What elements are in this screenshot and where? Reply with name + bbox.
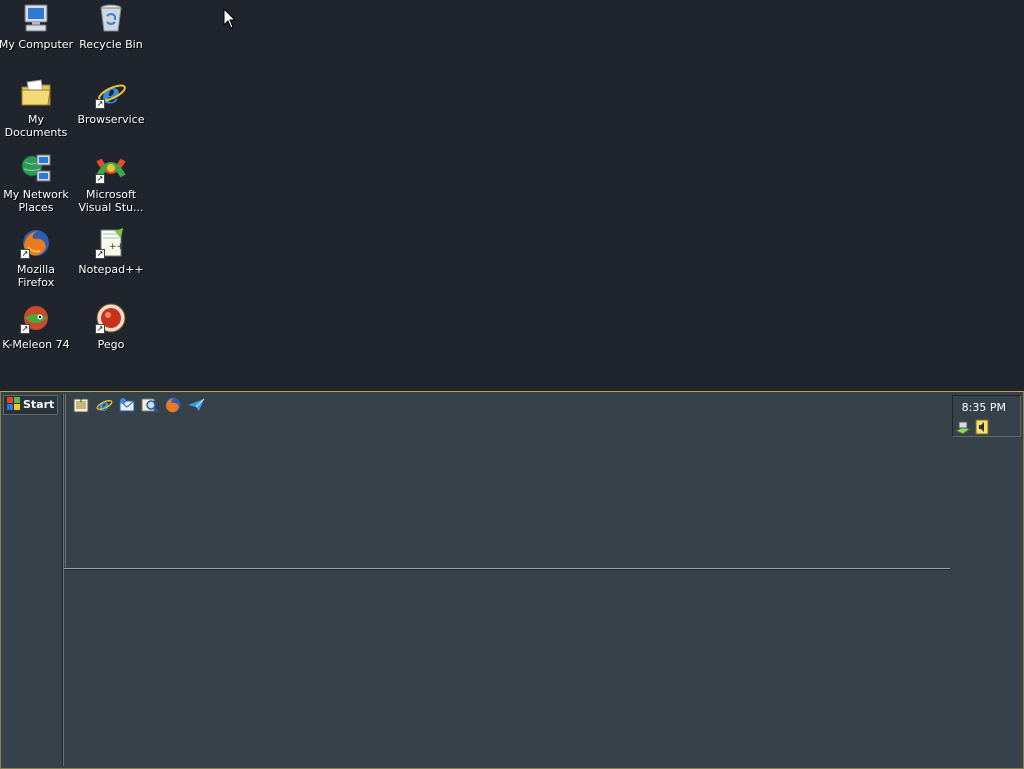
desktop-icon-my-computer[interactable]: My Computer [0,2,74,51]
desktop-icon-label: K-Meleon 74 [2,338,70,351]
desktop-icon-my-network-places[interactable]: My Network Places [0,152,74,214]
desktop-icon-recycle-bin[interactable]: Recycle Bin [73,2,149,51]
desktop-icon-microsoft-visual-studio[interactable]: ↗ Microsoft Visual Stu... [73,152,149,214]
desktop-icon-label: Microsoft Visual Stu... [78,188,144,214]
desktop-icon-label: Pego [97,338,125,351]
desktop-icon-browservice[interactable]: e ↗ Browservice [73,77,149,126]
task-area [65,394,951,567]
svg-text:++: ++ [109,242,124,252]
clock[interactable]: 8:35 PM [962,401,1006,414]
desktop-icon-label: My Documents [4,113,68,139]
desktop-icon-label: Notepad++ [78,263,144,276]
desktop-icon-my-documents[interactable]: My Documents [0,77,74,139]
desktop-icon-mozilla-firefox[interactable]: ↗ Mozilla Firefox [0,227,74,289]
outlook-express-icon[interactable] [118,396,136,414]
taskbar: Start e 8:35 PM [0,391,1024,769]
network-icon[interactable] [954,419,972,435]
system-tray: 8:35 PM [952,395,1021,437]
shortcut-arrow-icon: ↗ [20,249,30,259]
mouse-pointer-icon [223,8,237,29]
documents-folder-icon [20,77,52,109]
desktop-icon-k-meleon[interactable]: ↗ K-Meleon 74 [0,302,74,351]
start-button[interactable]: Start [3,395,58,415]
desktop-icon-label: My Network Places [3,188,69,214]
desktop-icon-notepad-plus-plus[interactable]: ++ ↗ Notepad++ [73,227,149,276]
network-places-icon [20,152,52,184]
internet-explorer-icon[interactable]: e [95,396,113,415]
start-label: Start [23,398,55,411]
shortcut-arrow-icon: ↗ [95,249,105,259]
desktop: My Computer Recycle Bin My Documents e ↗… [0,0,1024,391]
desktop-icon-label: My Computer [0,38,74,51]
tray-icons [954,419,990,435]
desktop-icon-pego[interactable]: ↗ Pego [73,302,149,351]
firefox-icon[interactable] [164,396,182,414]
shortcut-arrow-icon: ↗ [95,174,105,184]
volume-icon[interactable] [974,419,990,435]
messenger-icon[interactable] [187,396,205,414]
firefox-icon: ↗ [20,227,52,259]
taskbar-divider [62,394,64,766]
visual-studio-icon: ↗ [95,152,127,184]
shortcut-arrow-icon: ↗ [20,324,30,334]
internet-explorer-icon: e ↗ [95,77,127,110]
notepad-plus-plus-icon: ++ ↗ [95,227,127,259]
shortcut-arrow-icon: ↗ [95,99,105,109]
show-desktop-icon[interactable] [72,396,90,414]
windows-logo-icon [7,397,21,410]
computer-icon [20,2,52,34]
quick-launch-toolbar: e [72,396,205,415]
search-icon[interactable] [141,396,159,414]
desktop-icon-label: Recycle Bin [79,38,143,51]
task-area-divider [64,568,950,570]
shortcut-arrow-icon: ↗ [95,324,105,334]
pego-icon: ↗ [95,302,127,334]
desktop-icon-label: Mozilla Firefox [17,263,55,289]
k-meleon-icon: ↗ [20,302,52,334]
svg-text:e: e [99,396,109,414]
desktop-icon-label: Browservice [77,113,145,126]
recycle-bin-icon [95,2,127,34]
